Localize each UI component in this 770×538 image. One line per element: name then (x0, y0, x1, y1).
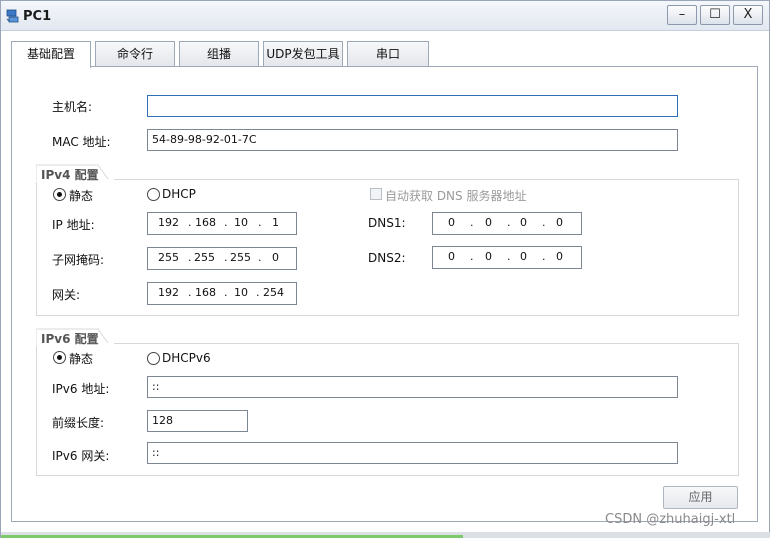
mask-octet-3: 255 (230, 251, 251, 264)
gateway-octet-2: 168 (195, 286, 216, 299)
ip-octet-2: 168 (195, 216, 216, 229)
ipv6-address-input[interactable]: :: (147, 376, 678, 398)
ipv6-static-radio[interactable] (53, 351, 66, 364)
gateway-octet-1: 192 (158, 286, 179, 299)
gateway-label: 网关: (52, 288, 81, 302)
apply-button[interactable]: 应用 (663, 486, 738, 509)
ip-address-label: IP 地址: (52, 218, 95, 232)
dns2-octet-4: 0 (556, 250, 563, 263)
watermark-text: CSDN @zhuhaigj-xtl (605, 512, 736, 527)
window-title: PC1 (23, 9, 52, 24)
title-bar[interactable]: PC1 – ☐ X (1, 1, 769, 31)
ip-address-input[interactable]: 192. 168. 10. 1 (147, 212, 297, 235)
dns1-input[interactable]: 0. 0. 0. 0 (432, 212, 582, 235)
ipv4-static-radio[interactable] (53, 188, 66, 201)
dns2-octet-1: 0 (448, 250, 455, 263)
dns1-octet-4: 0 (556, 216, 563, 229)
minimize-button[interactable]: – (667, 5, 697, 25)
auto-dns-label: 自动获取 DNS 服务器地址 (385, 189, 527, 203)
ip-octet-3: 10 (234, 216, 248, 229)
hostname-input[interactable] (147, 95, 678, 117)
ip-octet-1: 192 (158, 216, 179, 229)
ipv4-dhcp-label: DHCP (162, 187, 196, 201)
maximize-button[interactable]: ☐ (700, 5, 730, 25)
ipv6-gateway-label: IPv6 网关: (52, 449, 110, 463)
prefix-length-input[interactable]: 128 (147, 410, 248, 432)
mask-octet-4: 0 (272, 251, 279, 264)
tab-serial-port[interactable]: 串口 (347, 41, 429, 67)
ipv6-address-label: IPv6 地址: (52, 382, 110, 396)
close-button[interactable]: X (733, 5, 763, 25)
ipv4-group-title-text: IPv4 配置 (41, 168, 99, 182)
auto-dns-checkbox[interactable] (370, 188, 382, 200)
mask-octet-1: 255 (158, 251, 179, 264)
maximize-icon: ☐ (709, 7, 721, 22)
dns1-octet-1: 0 (448, 216, 455, 229)
dns2-octet-3: 0 (520, 250, 527, 263)
gateway-input[interactable]: 192. 168. 10. 254 (147, 282, 297, 305)
ipv6-group-title-text: IPv6 配置 (41, 332, 99, 346)
ipv6-gateway-input[interactable]: :: (147, 442, 678, 464)
dns1-octet-2: 0 (485, 216, 492, 229)
dns2-input[interactable]: 0. 0. 0. 0 (432, 246, 582, 269)
mac-address-field[interactable]: 54-89-98-92-01-7C (147, 129, 678, 151)
pc1-config-window: PC1 – ☐ X 基础配置 命令行 组播 UDP发包工具 串口 主机名: MA… (0, 0, 770, 538)
subnet-mask-label: 子网掩码: (52, 253, 105, 267)
ipv6-static-label: 静态 (69, 352, 94, 366)
minimize-icon: – (678, 7, 686, 22)
gateway-octet-3: 10 (234, 286, 248, 299)
gateway-octet-4: 254 (263, 286, 284, 299)
mask-octet-2: 255 (194, 251, 215, 264)
ipv6-dhcp-radio[interactable] (147, 352, 160, 365)
dns1-octet-3: 0 (520, 216, 527, 229)
ipv6-group-title: IPv6 配置 (36, 328, 114, 346)
tab-multicast[interactable]: 组播 (179, 41, 259, 67)
mac-label: MAC 地址: (52, 135, 111, 149)
dns1-label: DNS1: (368, 216, 406, 230)
tab-udp-tool[interactable]: UDP发包工具 (263, 41, 343, 67)
dns2-octet-2: 0 (485, 250, 492, 263)
ip-octet-4: 1 (272, 216, 279, 229)
pc-icon (6, 9, 19, 23)
tab-command-line[interactable]: 命令行 (95, 41, 175, 67)
dns2-label: DNS2: (368, 251, 406, 265)
prefix-length-label: 前缀长度: (52, 416, 105, 430)
tab-basic-config[interactable]: 基础配置 (11, 41, 91, 68)
ipv6-dhcp-label: DHCPv6 (162, 351, 211, 365)
hostname-label: 主机名: (52, 100, 93, 114)
subnet-mask-input[interactable]: 255. 255. 255. 0 (147, 247, 297, 270)
ipv4-dhcp-radio[interactable] (147, 188, 160, 201)
close-icon: X (743, 7, 753, 22)
ipv4-static-label: 静态 (69, 189, 94, 203)
ipv4-group-title: IPv4 配置 (36, 164, 114, 182)
